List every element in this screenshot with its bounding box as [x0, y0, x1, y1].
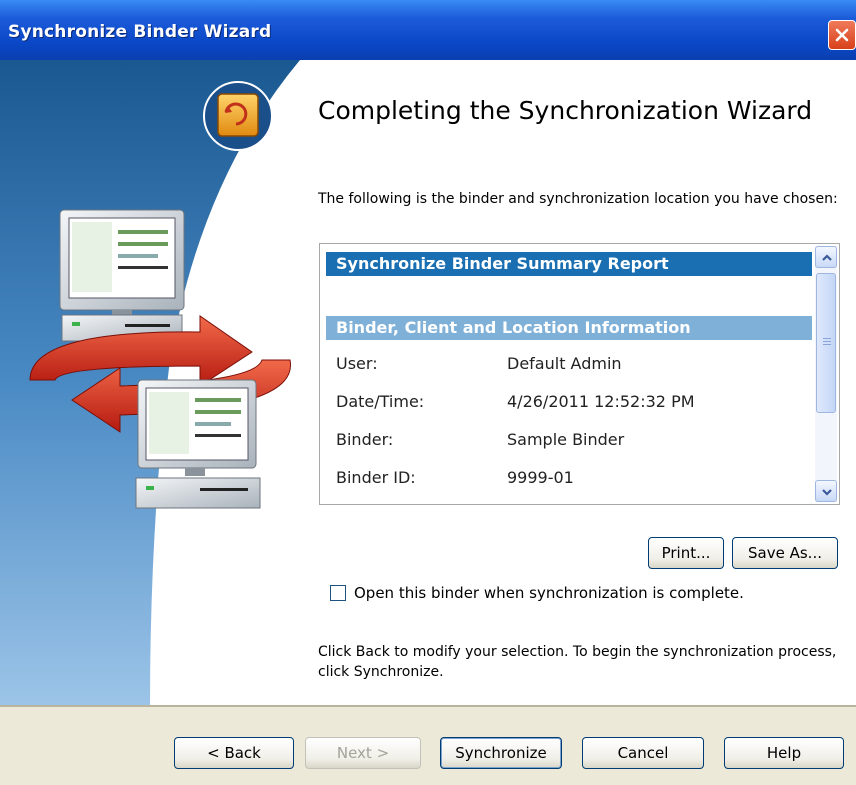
report-row-binder: Binder: Sample Binder — [336, 428, 806, 452]
report-row-user: User: Default Admin — [336, 352, 806, 376]
cancel-button[interactable]: Cancel — [582, 737, 704, 769]
button-bar: < Back Next > Synchronize Cancel Help — [0, 707, 856, 785]
next-button[interactable]: Next > — [305, 737, 421, 769]
scroll-up-button[interactable] — [815, 246, 837, 268]
chevron-up-icon — [822, 254, 832, 261]
open-binder-checkbox-label[interactable]: Open this binder when synchronization is… — [354, 583, 744, 603]
instruction-text: Click Back to modify your selection. To … — [318, 644, 837, 680]
back-button[interactable]: < Back — [174, 737, 294, 769]
save-as-button[interactable]: Save As... — [732, 537, 838, 569]
report-key: Date/Time: — [336, 392, 425, 411]
summary-report-panel[interactable]: Synchronize Binder Summary Report Binder… — [319, 243, 840, 505]
report-value: Sample Binder — [507, 430, 625, 449]
window-title: Synchronize Binder Wizard — [8, 22, 272, 42]
chevron-down-icon — [822, 489, 832, 496]
wizard-banner-graphic — [0, 60, 300, 705]
title-bar[interactable]: Synchronize Binder Wizard — [0, 0, 856, 60]
report-scrollbar[interactable] — [815, 246, 837, 502]
report-key: User: — [336, 354, 378, 373]
report-value: 9999-01 — [507, 468, 574, 487]
report-key: Binder ID: — [336, 468, 416, 487]
print-button[interactable]: Print... — [648, 537, 724, 569]
open-binder-checkbox[interactable] — [330, 585, 346, 601]
binder-folder-icon — [203, 81, 273, 151]
scroll-thumb[interactable] — [816, 273, 836, 413]
report-row-datetime: Date/Time: 4/26/2011 12:52:32 PM — [336, 390, 806, 414]
report-title: Synchronize Binder Summary Report — [326, 252, 812, 276]
report-value: 4/26/2011 12:52:32 PM — [507, 392, 695, 411]
computer-icon-bottom — [135, 379, 261, 509]
report-section-header: Binder, Client and Location Information — [326, 316, 812, 340]
close-button[interactable] — [828, 20, 856, 50]
scroll-down-button[interactable] — [815, 480, 837, 502]
wizard-window: Synchronize Binder Wizard Completing the… — [0, 0, 856, 785]
report-key: Binder: — [336, 430, 394, 449]
report-row-binder-id: Binder ID: 9999-01 — [336, 466, 806, 490]
synchronize-button[interactable]: Synchronize — [440, 737, 562, 769]
help-button[interactable]: Help — [724, 737, 844, 769]
intro-text: The following is the binder and synchron… — [318, 191, 838, 207]
report-value: Default Admin — [507, 354, 622, 373]
close-icon — [835, 28, 849, 42]
page-heading: Completing the Synchronization Wizard — [318, 96, 813, 125]
computer-icon-top — [59, 209, 185, 342]
